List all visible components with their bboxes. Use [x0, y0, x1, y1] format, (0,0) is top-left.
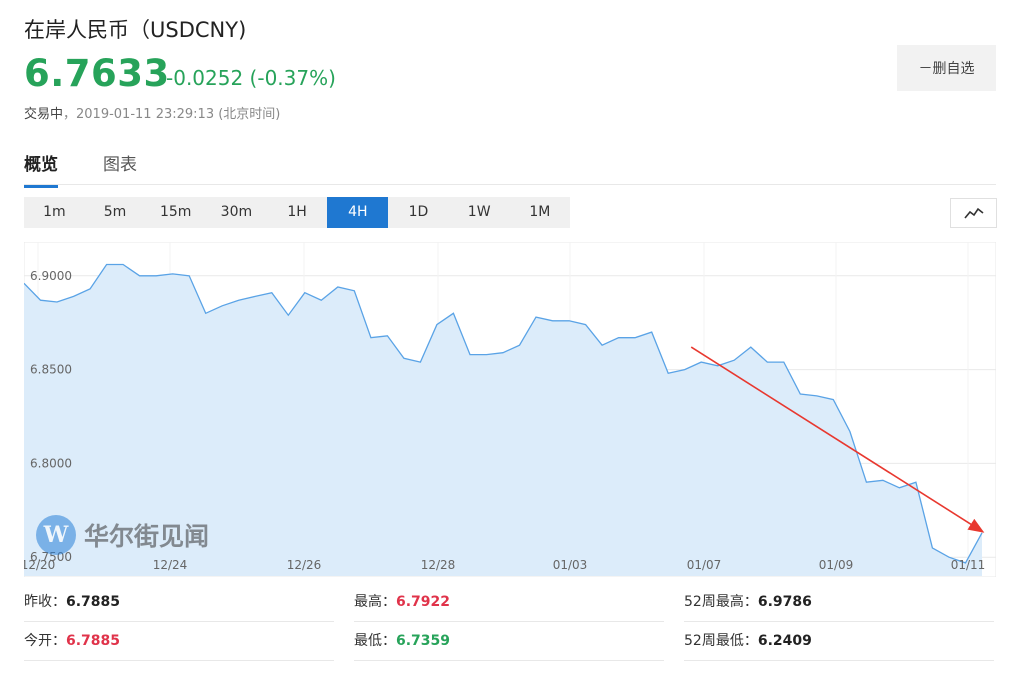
status-timestamp: ，2019-01-11 23:29:13 (北京时间): [63, 107, 281, 122]
stat-low: 最低：6.7359: [354, 622, 664, 661]
line-chart-icon: [963, 207, 983, 219]
x-tick-label: 01/07: [687, 558, 722, 572]
stat-prev-close: 昨收：6.7885: [24, 583, 334, 622]
period-1w[interactable]: 1W: [449, 197, 510, 228]
y-tick-label: 6.8000: [30, 456, 72, 470]
price-change: -0.0252 (-0.37%): [166, 66, 336, 90]
period-5m[interactable]: 5m: [85, 197, 146, 228]
stat-label: 昨收：: [24, 594, 66, 610]
tab-chart[interactable]: 图表: [103, 150, 137, 185]
stats-row: 今开：6.7885 最低：6.7359 52周最低：6.2409: [24, 622, 996, 661]
stat-label: 今开：: [24, 633, 66, 649]
period-4h[interactable]: 4H: [327, 197, 389, 228]
trading-status: 交易中，2019-01-11 23:29:13 (北京时间): [24, 103, 280, 122]
x-tick-label: 12/20: [24, 558, 55, 572]
stat-52w-low: 52周最低：6.2409: [684, 622, 994, 661]
watermark-text: 华尔街见闻: [84, 522, 210, 551]
stat-label: 最低：: [354, 633, 396, 649]
stat-value: 6.9786: [757, 594, 812, 610]
current-price: 6.7633: [24, 52, 170, 95]
stat-label: 52周最高：: [684, 594, 758, 610]
period-1d[interactable]: 1D: [388, 197, 449, 228]
remove-watchlist-button[interactable]: －删自选: [897, 45, 996, 91]
stat-label: 52周最低：: [684, 633, 758, 649]
stat-high: 最高：6.7922: [354, 583, 664, 622]
tab-bar: 概览 图表: [24, 148, 996, 188]
period-1m[interactable]: 1m: [24, 197, 85, 228]
y-tick-label: 6.9000: [30, 269, 72, 283]
page-title: 在岸人民币（USDCNY): [24, 18, 247, 42]
chart-type-button[interactable]: [950, 198, 997, 228]
wallstreetcn-logo-icon: W: [36, 515, 76, 555]
stat-value: 6.7885: [66, 594, 121, 610]
x-tick-label: 12/28: [421, 558, 456, 572]
stat-value: 6.7359: [396, 633, 451, 649]
period-1h[interactable]: 1H: [267, 197, 328, 228]
stats-row: 昨收：6.7885 最高：6.7922 52周最高：6.9786: [24, 583, 996, 622]
x-tick-label: 01/11: [951, 558, 986, 572]
x-tick-label: 12/24: [153, 558, 188, 572]
quote-stats: 昨收：6.7885 最高：6.7922 52周最高：6.9786 今开：6.78…: [24, 583, 996, 661]
stat-value: 6.7922: [396, 594, 451, 610]
x-tick-label: 01/03: [553, 558, 588, 572]
period-15m[interactable]: 15m: [145, 197, 206, 228]
tab-overview[interactable]: 概览: [24, 150, 58, 188]
stat-value: 6.2409: [757, 633, 812, 649]
period-1mo[interactable]: 1M: [510, 197, 571, 228]
x-tick-label: 12/26: [287, 558, 322, 572]
price-chart[interactable]: 6.9000 6.8500 6.8000 6.7500 12/20 12/24 12/26 1…: [24, 242, 996, 577]
period-30m[interactable]: 30m: [206, 197, 267, 228]
stat-open: 今开：6.7885: [24, 622, 334, 661]
status-label: 交易中: [24, 107, 64, 122]
stat-label: 最高：: [354, 594, 396, 610]
stat-value: 6.7885: [66, 633, 121, 649]
x-tick-label: 01/09: [819, 558, 854, 572]
stat-52w-high: 52周最高：6.9786: [684, 583, 994, 622]
period-selector: 1m 5m 15m 30m 1H 4H 1D 1W 1M: [24, 197, 571, 228]
y-tick-label: 6.8500: [30, 363, 72, 377]
watermark: W 华尔街见闻: [36, 515, 209, 555]
